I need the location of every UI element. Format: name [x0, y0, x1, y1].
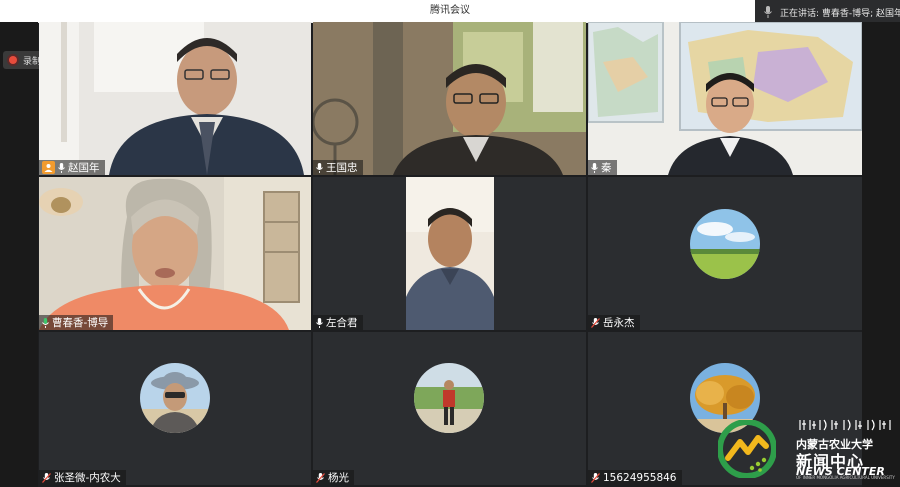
microphone-icon — [58, 162, 65, 173]
video-tile-1[interactable]: 赵国年 — [39, 22, 311, 175]
video-tile-7[interactable]: 张圣微-内农大 — [39, 332, 311, 485]
participant-name: 左合君 — [326, 317, 358, 329]
microphone-muted-icon — [42, 472, 51, 483]
school-name-en: OF INNER MONGOLIA AGRICULTURAL UNIVERSIT… — [796, 475, 895, 480]
participant-name: 杨光 — [328, 472, 349, 484]
participant-nameplate: 张圣微-内农大 — [39, 470, 126, 485]
participant-name: 王国忠 — [326, 162, 358, 174]
news-center-logo-icon — [718, 420, 776, 478]
speaking-indicator[interactable]: 正在讲话: 曹春香-博导; 赵国年 — [755, 0, 900, 24]
avatar — [414, 363, 484, 433]
microphone-icon — [764, 6, 772, 18]
left-strip — [0, 22, 38, 487]
participant-video — [588, 22, 862, 175]
participant-nameplate: 左合君 — [313, 315, 363, 330]
participant-name: 15624955846 — [603, 471, 677, 484]
news-center-watermark: 内蒙古农业大学 新闻中心 NEWS CENTER OF INNER MONGOL… — [718, 418, 900, 482]
participant-video — [313, 177, 586, 330]
video-tile-5[interactable]: 左合君 — [313, 177, 586, 330]
microphone-icon — [316, 317, 323, 328]
video-tile-3[interactable]: 秦 — [588, 22, 862, 175]
participant-nameplate: 曹春香-博导 — [39, 315, 114, 330]
microphone-muted-icon — [316, 472, 325, 483]
microphone-speaking-icon — [42, 317, 49, 328]
speaking-label: 正在讲话: 曹春香-博导; 赵国年 — [780, 8, 900, 19]
avatar — [140, 363, 210, 433]
video-tile-4[interactable]: 曹春香-博导 — [39, 177, 311, 330]
participant-nameplate: 岳永杰 — [588, 315, 640, 330]
host-icon — [42, 161, 55, 174]
participant-nameplate: 王国忠 — [313, 160, 363, 175]
microphone-icon — [316, 162, 323, 173]
record-dot-icon — [9, 56, 17, 64]
participant-nameplate: 15624955846 — [588, 470, 682, 485]
microphone-muted-icon — [591, 317, 600, 328]
mongolian-script-logo — [799, 419, 891, 431]
video-tile-6[interactable]: 岳永杰 — [588, 177, 862, 330]
participant-name: 秦 — [601, 162, 612, 174]
participant-video — [39, 22, 311, 175]
avatar — [690, 209, 760, 279]
participant-name: 赵国年 — [68, 162, 100, 174]
video-tile-2[interactable]: 王国忠 — [313, 22, 586, 175]
participant-nameplate: 秦 — [588, 160, 617, 175]
participant-name: 岳永杰 — [603, 317, 635, 329]
participant-nameplate: 杨光 — [313, 470, 354, 485]
microphone-icon — [591, 162, 598, 173]
participant-video — [313, 22, 586, 175]
participant-name: 张圣微-内农大 — [54, 472, 121, 484]
video-tile-8[interactable]: 杨光 — [313, 332, 586, 485]
microphone-muted-icon — [591, 472, 600, 483]
participant-nameplate: 赵国年 — [39, 160, 105, 175]
participant-video — [39, 177, 311, 330]
participant-name: 曹春香-博导 — [52, 317, 109, 329]
